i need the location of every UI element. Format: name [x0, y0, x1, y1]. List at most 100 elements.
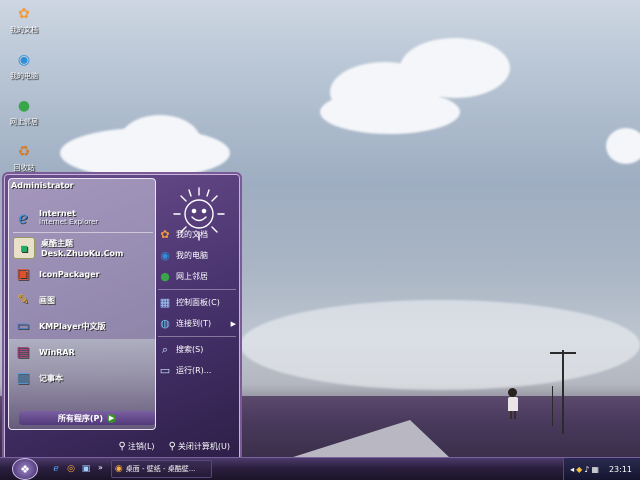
desktop-icon-network[interactable]: ● 网上邻居 [2, 96, 46, 127]
desktop-icon-recycle-bin[interactable]: ♻ 回收站 [2, 142, 46, 173]
key-icon: ⚲ [118, 440, 126, 452]
program-kmplayer[interactable]: ▭ KMPlayer中文版 [13, 313, 153, 339]
search-icon: ⌕ [161, 342, 169, 356]
divider [13, 232, 153, 233]
notepad-icon: ▥ [16, 370, 30, 386]
internet-explorer-icon[interactable]: ℯ [50, 463, 62, 475]
all-programs-button[interactable]: 所有程序(P) ▶ [19, 411, 155, 425]
volume-icon[interactable]: ♪ [584, 465, 589, 474]
program-name: 桌酷主题Desk.ZhuoKu.Com [41, 239, 124, 258]
menu-item-label: 网上邻居 [176, 272, 208, 281]
desktop-icon-label: 网上邻居 [10, 118, 38, 126]
program-winrar[interactable]: ▤ WinRAR [13, 339, 153, 365]
browser-icon: ◉ [114, 464, 123, 474]
my-documents-icon: ✿ [160, 228, 170, 241]
taskbar: ❖ ℯ ◎ ▣ » ◉ 桌面 - 壁纸 - 桌酷壁... ◂ ◆ ♪ ▦ 23:… [0, 457, 640, 480]
program-name: 画图 [39, 295, 55, 305]
network-places-icon: ● [160, 270, 170, 283]
windows-logo-icon: ❖ [20, 462, 30, 476]
shutdown-button[interactable]: ⚲ 关闭计算机(U) [169, 441, 230, 452]
utility-pole-bar [550, 352, 576, 354]
arrow-right-icon: ▶ [107, 413, 117, 423]
kmplayer-icon: ▭ [16, 318, 30, 334]
start-menu-username: Administrator [11, 181, 74, 190]
my-computer-icon: ◉ [17, 52, 31, 68]
my-documents-icon: ✿ [18, 6, 30, 22]
desktop-icon-label: 我的文档 [10, 26, 38, 34]
menu-item-label: 连接到(T) [176, 319, 212, 328]
desktop-icon-label: 我的电脑 [10, 72, 38, 80]
menu-item-network-places[interactable]: ● 网上邻居 [158, 266, 236, 287]
paint-icon: ✎ [17, 292, 29, 308]
cloud [606, 128, 640, 164]
program-notepad[interactable]: ▥ 记事本 [13, 365, 153, 391]
taskbar-window-title: 桌面 - 壁纸 - 桌酷壁... [125, 465, 196, 473]
start-menu-programs-pane: Administrator ℯ Internet Internet Explor… [8, 178, 156, 430]
tray-app-icon[interactable]: ◆ [576, 465, 582, 474]
internet-explorer-icon: ℯ [18, 207, 28, 227]
logoff-label: 注销(L) [127, 441, 155, 451]
theme-app-icon: ■ [13, 237, 35, 259]
menu-item-connect-to[interactable]: ◍ 连接到(T) ▶ [158, 313, 236, 334]
start-menu-places-pane: ✿ 我的文档 ◉ 我的电脑 ● 网上邻居 ▦ 控制面板(C) ◍ 连接到(T) … [158, 224, 236, 381]
media-player-icon[interactable]: ◎ [65, 463, 77, 475]
control-panel-icon: ▦ [159, 296, 171, 309]
start-menu: Administrator ℯ Internet Internet Explor… [2, 172, 242, 460]
show-desktop-icon[interactable]: ▣ [80, 463, 92, 475]
desktop-icon-my-documents[interactable]: ✿ 我的文档 [2, 4, 46, 35]
start-menu-footer: ⚲ 注销(L) ⚲ 关闭计算机(U) [4, 434, 240, 458]
iconpackager-icon: ▣ [16, 266, 30, 282]
logoff-button[interactable]: ⚲ 注销(L) [119, 441, 155, 452]
program-paint[interactable]: ✎ 画图 [13, 287, 153, 313]
program-zhuoku-theme[interactable]: ■ 桌酷主题Desk.ZhuoKu.Com [13, 235, 153, 261]
menu-item-label: 我的电脑 [176, 251, 208, 260]
menu-item-run[interactable]: ▭ 运行(R)... [158, 360, 236, 381]
road [290, 420, 450, 458]
winrar-icon: ▤ [16, 344, 30, 360]
system-tray: ◂ ◆ ♪ ▦ 23:11 [563, 458, 640, 480]
program-name: KMPlayer中文版 [39, 321, 106, 331]
cloud [240, 300, 640, 390]
program-name: WinRAR [39, 347, 75, 357]
menu-item-label: 控制面板(C) [176, 298, 220, 307]
menu-item-my-computer[interactable]: ◉ 我的电脑 [158, 245, 236, 266]
menu-item-label: 运行(R)... [176, 366, 212, 375]
program-list: ℯ Internet Internet Explorer ■ 桌酷主题Desk.… [13, 203, 153, 391]
submenu-arrow-icon: ▶ [230, 319, 236, 328]
girl-figure [508, 388, 518, 419]
cloud [400, 38, 510, 98]
shutdown-label: 关闭计算机(U) [177, 441, 230, 451]
program-internet[interactable]: ℯ Internet Internet Explorer [13, 203, 153, 231]
run-icon: ▭ [159, 364, 171, 377]
quick-launch: ℯ ◎ ▣ » [50, 463, 103, 475]
clock[interactable]: 23:11 [609, 465, 632, 474]
cloud [320, 90, 460, 134]
program-iconpackager[interactable]: ▣ IconPackager [13, 261, 153, 287]
connect-to-icon: ◍ [160, 317, 170, 330]
utility-pole [552, 386, 553, 426]
utility-pole [562, 350, 564, 434]
tray-arrow-icon[interactable]: ◂ [570, 465, 574, 474]
divider [158, 289, 236, 290]
menu-item-label: 搜索(S) [176, 345, 204, 354]
menu-item-control-panel[interactable]: ▦ 控制面板(C) [158, 292, 236, 313]
taskbar-window-button[interactable]: ◉ 桌面 - 壁纸 - 桌酷壁... [110, 460, 212, 478]
menu-item-label: 我的文档 [176, 230, 208, 239]
menu-item-my-documents[interactable]: ✿ 我的文档 [158, 224, 236, 245]
start-button[interactable]: ❖ [12, 458, 38, 480]
menu-item-search[interactable]: ⌕ 搜索(S) [158, 339, 236, 360]
program-name: IconPackager [39, 269, 100, 279]
power-icon: ⚲ [168, 440, 176, 452]
quick-launch-more-button[interactable]: » [98, 463, 103, 475]
desktop-icon-my-computer[interactable]: ◉ 我的电脑 [2, 50, 46, 81]
program-subtitle: Internet Explorer [39, 217, 99, 226]
network-places-icon: ● [17, 98, 31, 114]
network-status-icon[interactable]: ▦ [591, 465, 599, 474]
cloud [120, 115, 200, 165]
program-name: 记事本 [39, 373, 63, 383]
my-computer-icon: ◉ [160, 249, 170, 262]
recycle-bin-icon: ♻ [17, 144, 31, 160]
all-programs-label: 所有程序(P) [57, 413, 104, 423]
divider [158, 336, 236, 337]
program-name: Internet [39, 208, 76, 218]
